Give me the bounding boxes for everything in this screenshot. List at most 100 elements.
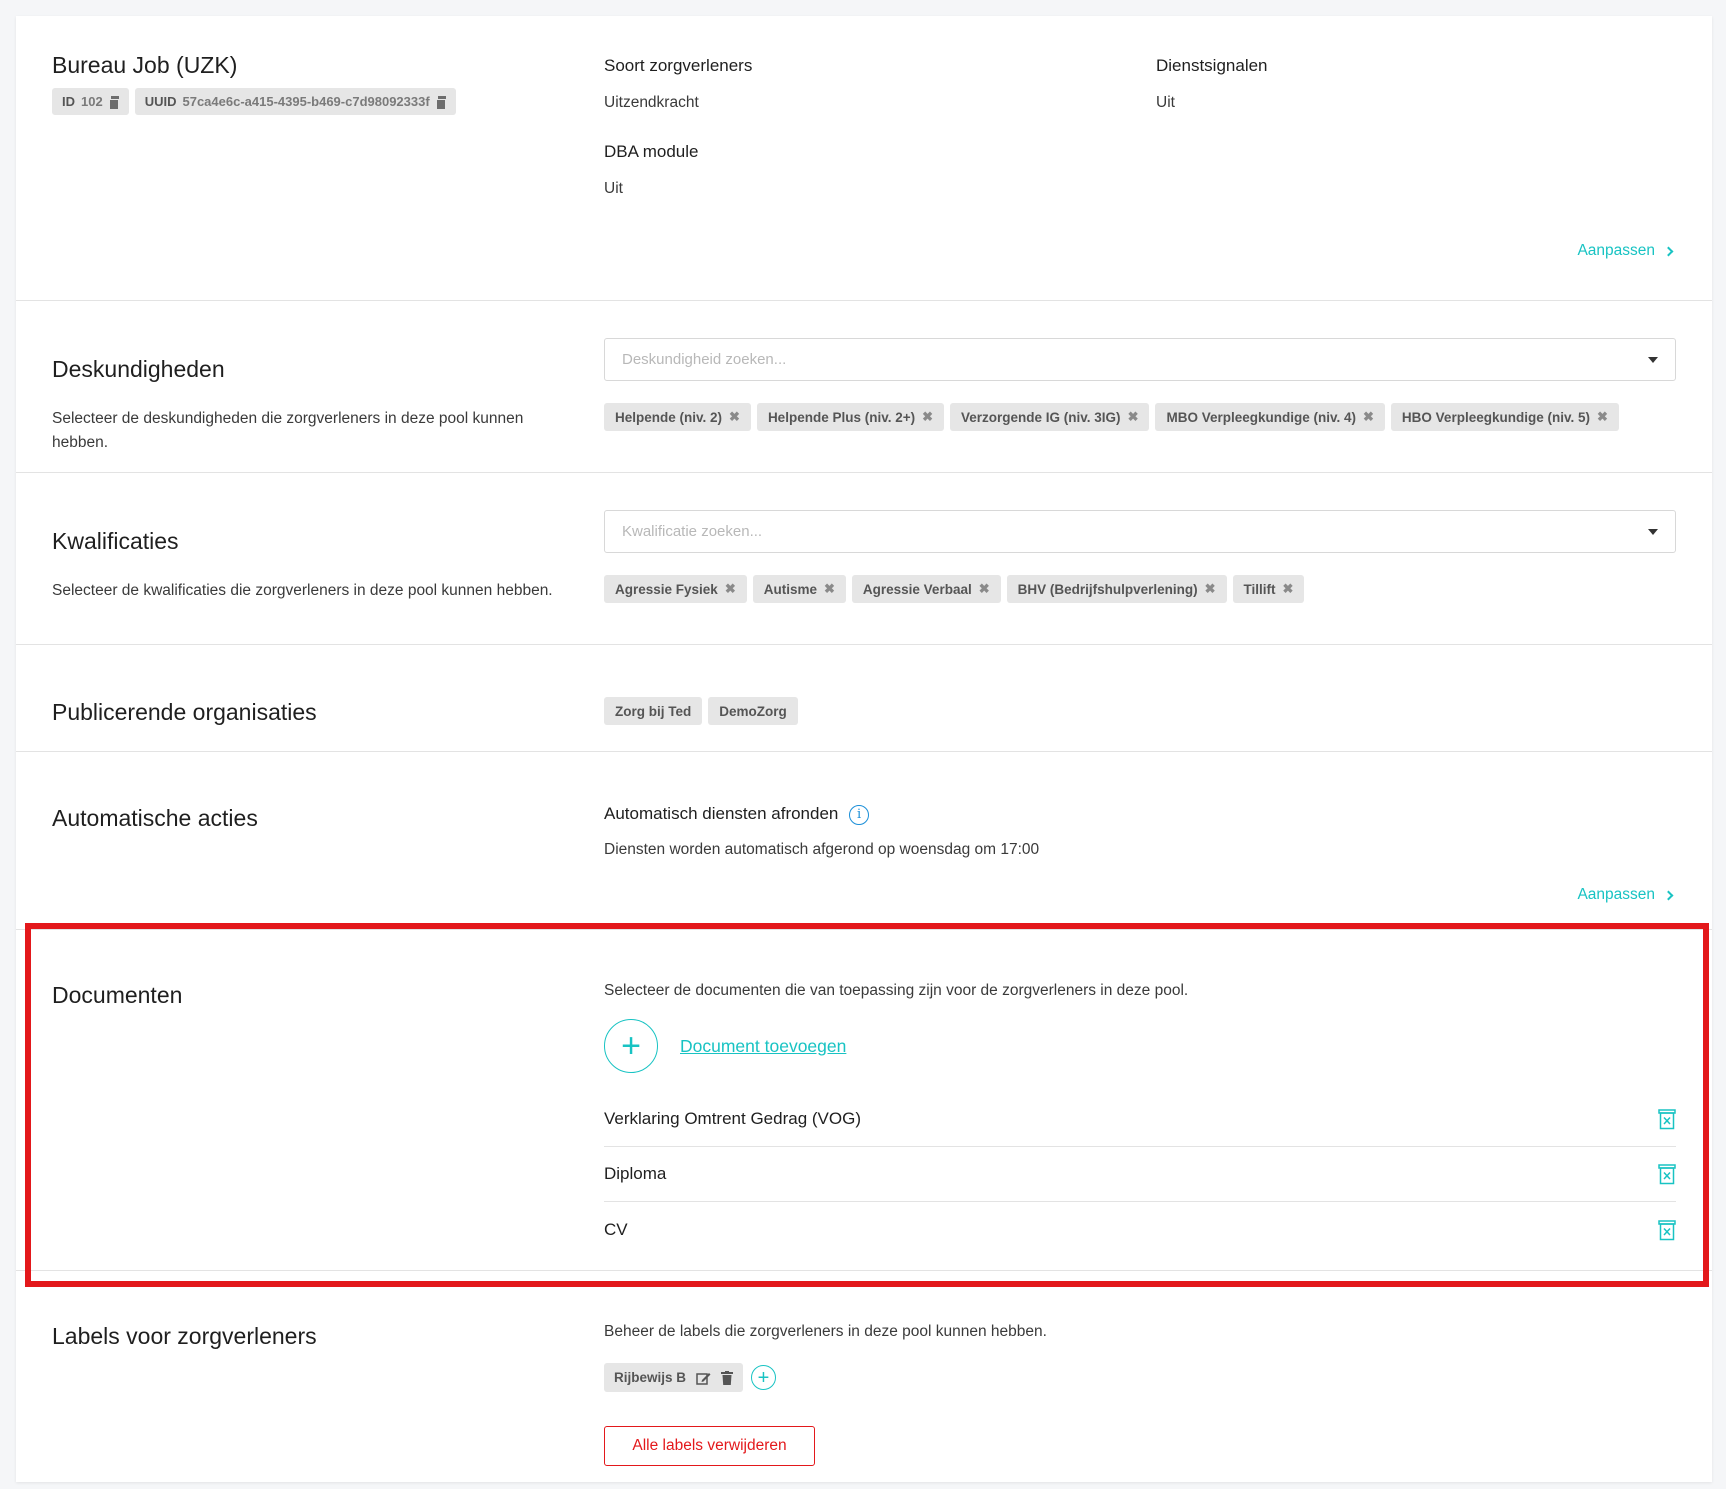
chip-label: Autisme [763, 581, 817, 597]
id-value: 102 [81, 94, 103, 109]
delete-all-labels-button[interactable]: Alle labels verwijderen [604, 1426, 815, 1466]
soort-label: Soort zorgverleners [604, 56, 753, 75]
edit-icon[interactable] [696, 1371, 711, 1385]
automatische-title: Automatische acties [52, 805, 258, 831]
remove-icon[interactable]: ✖ [1128, 409, 1139, 425]
deskundigheid-select[interactable]: Deskundigheid zoeken... [604, 338, 1676, 381]
labels-content: Beheer de labels die zorgverleners in de… [604, 1323, 1676, 1466]
chip-label: DemoZorg [719, 703, 787, 719]
auto-afronden-label: Automatisch diensten afronden i [604, 804, 1039, 825]
chip: MBO Verpleegkundige (niv. 4) ✖ [1155, 403, 1385, 431]
document-row: Verklaring Omtrent Gedrag (VOG) [604, 1092, 1676, 1147]
kwalificaties-chips: Agressie Fysiek ✖ Autisme ✖ Agressie Verba… [604, 575, 1305, 603]
info-icon[interactable]: i [849, 804, 870, 825]
chip-label: Zorg bij Ted [615, 703, 692, 719]
chip: Autisme ✖ [752, 575, 846, 603]
add-label-icon[interactable]: + [751, 1365, 777, 1390]
labels-row: Rijbewijs B + [604, 1363, 777, 1392]
trash-icon[interactable] [1658, 1219, 1676, 1241]
chip: DemoZorg [708, 697, 798, 725]
dienst-value: Uit [1156, 94, 1175, 111]
documenten-section: Documenten Selecteer de documenten die v… [16, 930, 1712, 1271]
labels-description: Beheer de labels die zorgverleners in de… [604, 1323, 1047, 1340]
remove-icon[interactable]: ✖ [1363, 409, 1374, 425]
meta-tags: ID 102 UUID 57ca4e6c-a415-4395-b469-c7d9… [52, 88, 456, 115]
dba-value: Uit [604, 180, 623, 197]
label-chip: Rijbewijs B [604, 1363, 744, 1392]
edit-label: Aanpassen [1577, 886, 1655, 903]
soort-value: Uitzendkracht [604, 94, 699, 111]
document-name: Verklaring Omtrent Gedrag (VOG) [604, 1109, 861, 1128]
soort-field: Soort zorgverleners Uitzendkracht [604, 56, 752, 112]
pool-title: Bureau Job (UZK) [52, 52, 238, 78]
documenten-description: Selecteer de documenten die van toepassi… [604, 982, 1189, 999]
plus-icon[interactable]: + [604, 1019, 658, 1073]
edit-auto-link[interactable]: Aanpassen [1577, 886, 1674, 904]
chip-label: Agressie Fysiek [615, 581, 718, 597]
remove-icon[interactable]: ✖ [1597, 409, 1608, 425]
trash-icon[interactable] [721, 1370, 734, 1385]
chevron-right-icon [1663, 246, 1674, 256]
chip: Zorg bij Ted [604, 697, 703, 725]
remove-icon[interactable]: ✖ [922, 409, 933, 425]
caret-down-icon [1648, 356, 1658, 363]
documenten-title: Documenten [52, 982, 183, 1008]
documenten-content: Selecteer de documenten die van toepassi… [604, 982, 1676, 1240]
dienst-field: Dienstsignalen Uit [1156, 56, 1268, 112]
chevron-right-icon [1663, 890, 1674, 900]
add-document[interactable]: + Document toevoegen [604, 1019, 846, 1073]
auto-afronden-value: Diensten worden automatisch afgerond op … [604, 840, 1040, 858]
remove-icon[interactable]: ✖ [824, 581, 835, 597]
chip: Tillift ✖ [1232, 575, 1305, 603]
caret-down-icon [1648, 528, 1658, 535]
chip: Helpende (niv. 2) ✖ [604, 403, 751, 431]
kwalificatie-placeholder: Kwalificatie zoeken... [622, 523, 763, 540]
deskundigheden-title: Deskundigheden [52, 356, 225, 382]
kwalificaties-description: Selecteer de kwalificaties die zorgverle… [52, 582, 553, 599]
chip-label: Helpende (niv. 2) [615, 409, 723, 425]
deskundigheid-placeholder: Deskundigheid zoeken... [622, 351, 787, 368]
publicerende-section: Publicerende organisaties Zorg bij Ted D… [16, 645, 1712, 752]
dba-field: DBA module Uit [604, 142, 699, 198]
edit-label: Aanpassen [1577, 242, 1655, 259]
remove-icon[interactable]: ✖ [725, 581, 736, 597]
pool-detail-card: Bureau Job (UZK) ID 102 UUID 57ca4e6c-a4… [16, 16, 1712, 1482]
deskundigheden-description: Selecteer de deskundigheden die zorgverl… [52, 410, 524, 451]
uuid-tag[interactable]: UUID 57ca4e6c-a415-4395-b469-c7d98092333… [134, 88, 456, 115]
chip-label: HBO Verpleegkundige (niv. 5) [1401, 409, 1590, 425]
pool-header-section: Bureau Job (UZK) ID 102 UUID 57ca4e6c-a4… [16, 16, 1712, 301]
chip: Agressie Fysiek ✖ [604, 575, 747, 603]
chip-label: Helpende Plus (niv. 2+) [767, 409, 916, 425]
remove-icon[interactable]: ✖ [979, 581, 990, 597]
trash-icon[interactable] [1658, 1163, 1676, 1185]
chip-label: Verzorgende IG (niv. 3IG) [961, 409, 1121, 425]
uuid-value: 57ca4e6c-a415-4395-b469-c7d98092333f [182, 94, 430, 109]
dba-label: DBA module [604, 142, 699, 161]
id-label: ID [62, 94, 75, 109]
remove-icon[interactable]: ✖ [729, 409, 740, 425]
publicerende-title: Publicerende organisaties [52, 699, 317, 725]
chip-label: MBO Verpleegkundige (niv. 4) [1166, 409, 1357, 425]
chip: Verzorgende IG (niv. 3IG) ✖ [950, 403, 1150, 431]
copy-icon[interactable] [108, 95, 119, 110]
label-chip-text: Rijbewijs B [614, 1370, 687, 1385]
add-document-link[interactable]: Document toevoegen [680, 1036, 846, 1057]
chip: Helpende Plus (niv. 2+) ✖ [756, 403, 945, 431]
edit-general-link[interactable]: Aanpassen [1577, 242, 1674, 260]
deskundigheden-chips: Helpende (niv. 2) ✖ Helpende Plus (niv. 2… [604, 403, 1619, 431]
remove-icon[interactable]: ✖ [1283, 581, 1294, 597]
deskundigheden-section: Deskundigheden Selecteer de deskundighed… [16, 301, 1712, 473]
chip-label: BHV (Bedrijfshulpverlening) [1017, 581, 1198, 597]
auto-afronden-field: Automatisch diensten afronden i Diensten… [604, 804, 1039, 859]
copy-icon[interactable] [435, 95, 446, 110]
trash-icon[interactable] [1658, 1108, 1676, 1130]
kwalificaties-title: Kwalificaties [52, 528, 179, 554]
labels-title: Labels voor zorgverleners [52, 1323, 317, 1349]
id-tag[interactable]: ID 102 [52, 88, 129, 115]
chip-label: Tillift [1243, 581, 1276, 597]
chip: BHV (Bedrijfshulpverlening) ✖ [1006, 575, 1227, 603]
kwalificatie-select[interactable]: Kwalificatie zoeken... [604, 510, 1676, 553]
document-name: CV [604, 1219, 628, 1239]
remove-icon[interactable]: ✖ [1205, 581, 1216, 597]
chip: HBO Verpleegkundige (niv. 5) ✖ [1390, 403, 1619, 431]
